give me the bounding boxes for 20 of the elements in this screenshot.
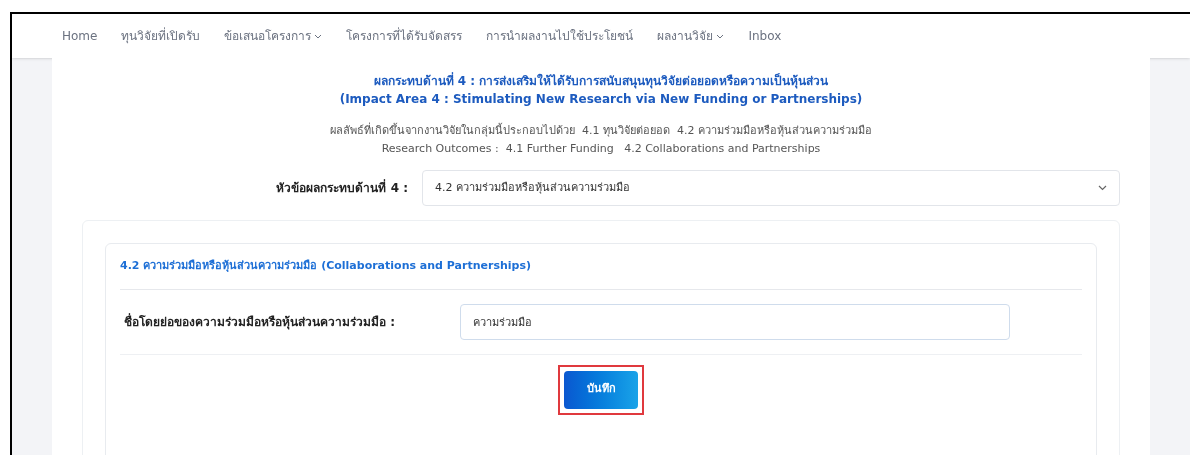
nav-link[interactable]: โครงการที่ได้รับจัดสรร bbox=[346, 27, 463, 45]
caret-icon bbox=[314, 33, 323, 39]
topic-dropdown[interactable]: 4.2 ความร่วมมือหรือหุ้นส่วนความร่วมมือ bbox=[422, 170, 1120, 206]
field-label: ชื่อโดยย่อของความร่วมมือหรือหุ้นส่วนความร่วมมือ : bbox=[123, 312, 396, 331]
nav-link[interactable]: ผลงานวิจัย bbox=[657, 27, 725, 45]
caret-icon bbox=[716, 33, 725, 39]
outcomes-text: ผลลัพธ์ที่เกิดขึ้นจากงานวิจัยในกลุ่มนี้ประกอบไปด้วย 4.1 ทุนวิจัยต่อยอด 4.2 ความร่วมมือหรือหุ้นส่วนความร่วมมือ bbox=[330, 122, 872, 139]
field-label: หัวข้อผลกระทบด้านที่ 4 : bbox=[275, 179, 409, 197]
nav-link[interactable]: Inbox bbox=[748, 27, 782, 45]
page-title: ผลกระทบด้านที่ 4 : การส่งเสริมให้ได้รับการสนับสนุนทุนวิจัยต่อยอดหรือความเป็นหุ้นส่วน bbox=[373, 72, 829, 90]
page-subtitle: (Impact Area 4 : Stimulating New Research via New Funding or Partnerships) bbox=[339, 91, 863, 108]
outcomes-text: Research Outcomes : 4.1 Further Funding 4.2 Collaborations and Partnerships bbox=[381, 141, 821, 157]
save-button[interactable]: บันทึก bbox=[564, 370, 638, 409]
nav-link[interactable]: ข้อเสนอโครงการ bbox=[224, 27, 323, 45]
nav-link[interactable]: ทุนวิจัยที่เปิดรับ bbox=[121, 27, 201, 45]
input-field[interactable]: ความร่วมมือ bbox=[460, 303, 1010, 340]
caret-icon bbox=[1098, 185, 1107, 191]
nav-link[interactable]: การนำผลงานไปใช้ประโยชน์ bbox=[486, 27, 634, 45]
nav-link[interactable]: Home bbox=[62, 27, 98, 45]
section-title: 4.2 ความร่วมมือหรือหุ้นส่วนความร่วมมือ (Collaborations and Partnerships) bbox=[120, 244, 1082, 290]
